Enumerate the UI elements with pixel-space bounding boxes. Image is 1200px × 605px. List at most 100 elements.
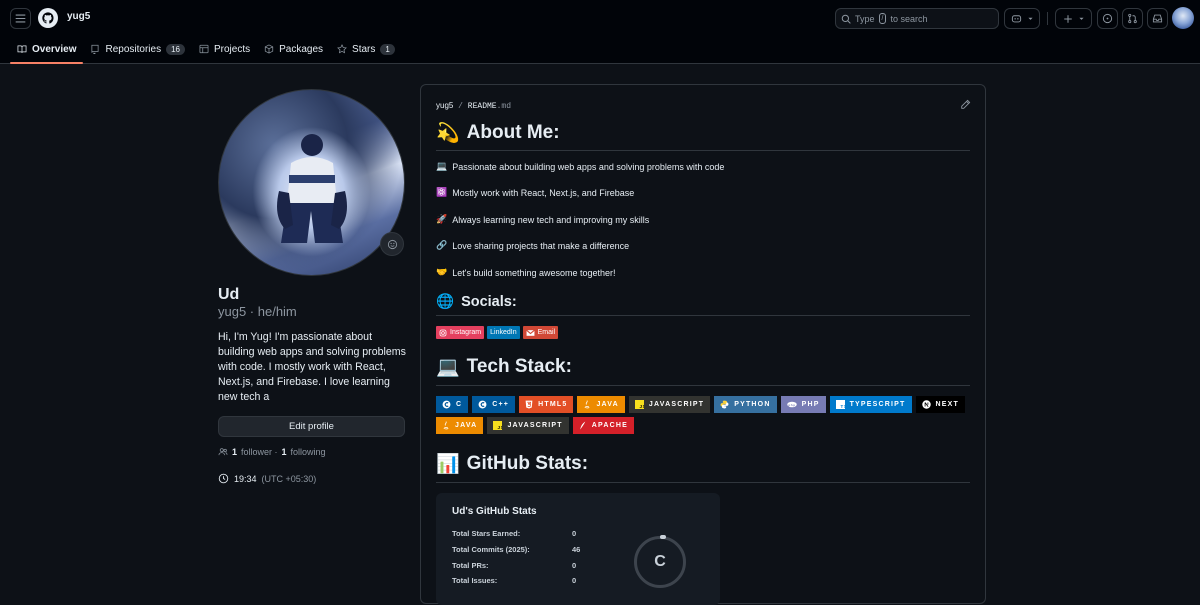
readme-card: yug5 / README.md 💫 About Me: 💻 Passionat… (420, 84, 986, 605)
typescript-logo-icon: TS (835, 400, 845, 409)
set-status-button[interactable] (380, 232, 404, 256)
gmail-icon (525, 329, 535, 336)
stat-label: Total Issues: (452, 576, 498, 585)
stat-value: 46 (572, 545, 581, 554)
linkedin-label: LinkedIn (490, 329, 517, 336)
tech-badge-next[interactable]: NEXT (915, 396, 966, 413)
inbox-icon (1152, 14, 1163, 23)
heading-rule (436, 385, 970, 386)
pull-requests-button[interactable] (1122, 8, 1143, 29)
followers-count[interactable]: 1 (232, 447, 237, 457)
issues-button[interactable] (1097, 8, 1118, 29)
stat-label: Total PRs: (452, 561, 489, 570)
local-time-value: 19:34 (234, 473, 257, 484)
search-placeholder-suffix: to search (890, 13, 928, 24)
edit-profile-button[interactable]: Edit profile (218, 416, 405, 437)
tech-badge-python[interactable]: PYTHON (714, 396, 777, 413)
follow-stats: 1 follower · 1 following (218, 447, 326, 457)
repositories-count: 16 (166, 43, 185, 55)
readme-file-name[interactable]: README (468, 102, 497, 111)
tab-overview[interactable]: Overview (10, 36, 84, 64)
table-icon (199, 44, 209, 54)
linkedin-badge[interactable]: LinkedIn (487, 326, 520, 339)
copilot-button[interactable] (1004, 8, 1040, 29)
tech-badge-javascript[interactable]: JS JAVASCRIPT (628, 396, 711, 413)
tech-badge-javascript[interactable]: JS JAVASCRIPT (487, 417, 569, 434)
html5-logo-icon (525, 400, 533, 409)
followers-label[interactable]: follower · (241, 447, 278, 457)
bar-chart-emoji-icon: 📊 (436, 454, 460, 475)
python-logo-icon (720, 400, 729, 409)
following-count[interactable]: 1 (282, 447, 287, 457)
tech-label: JAVASCRIPT (648, 401, 705, 408)
about-item-text: Passionate about building web apps and s… (452, 161, 725, 172)
tech-badge-cpp[interactable]: C++ (472, 396, 516, 413)
javascript-logo-icon: JS (493, 421, 503, 430)
readme-owner-link[interactable]: yug5 (436, 101, 453, 110)
cpp-logo-icon (478, 400, 487, 409)
breadcrumb-separator: / (458, 102, 463, 111)
email-badge[interactable]: Email (522, 326, 559, 339)
repo-icon (91, 44, 99, 54)
rocket-emoji-icon: 🚀 (436, 214, 448, 224)
github-logo-icon[interactable] (38, 8, 58, 28)
smiley-icon (387, 239, 397, 249)
create-new-button[interactable] (1055, 8, 1092, 29)
tech-badge-java[interactable]: JAVA (577, 396, 625, 413)
avatar-photo (276, 133, 347, 243)
user-avatar-menu[interactable] (1172, 7, 1194, 29)
socials-heading-text: Socials: (461, 293, 517, 310)
tech-badge-html5[interactable]: HTML5 (519, 396, 574, 413)
package-icon (264, 44, 274, 54)
atom-emoji-icon: ⚛️ (436, 187, 448, 197)
search-input[interactable]: Type / to search (835, 8, 999, 29)
profile-avatar[interactable] (218, 89, 405, 276)
profile-nav-tabs: Overview Repositories 16 Projects Packag… (10, 36, 402, 64)
book-icon (17, 45, 27, 53)
tab-overview-label: Overview (32, 43, 77, 55)
tab-stars[interactable]: Stars 1 (330, 36, 402, 62)
topbar-divider (1047, 12, 1048, 25)
php-logo-icon: php (786, 401, 797, 408)
notifications-button[interactable] (1147, 8, 1168, 29)
apache-feather-icon (579, 421, 585, 430)
stat-row: Total Stars Earned: 0 (452, 529, 592, 538)
tech-badge-typescript[interactable]: TS TYPESCRIPT (829, 396, 912, 413)
c-logo-icon (442, 400, 451, 409)
hamburger-menu-button[interactable] (10, 8, 31, 29)
about-item-text: Love sharing projects that make a differ… (452, 240, 630, 251)
context-username[interactable]: yug5 (67, 11, 90, 22)
about-item-text: Always learning new tech and improving m… (452, 214, 650, 225)
svg-text:TS: TS (840, 404, 845, 409)
profile-bio: Hi, I'm Yug! I'm passionate about buildi… (218, 331, 406, 403)
tech-label: C (456, 401, 463, 408)
following-label[interactable]: following (291, 447, 326, 457)
about-item: 🚀 Always learning new tech and improving… (436, 214, 649, 225)
socials-heading: 🌐 Socials: (436, 293, 517, 311)
stat-row: Total PRs: 0 (452, 561, 592, 570)
readme-file-ext: .md (496, 102, 512, 111)
star-icon (337, 44, 347, 54)
tech-badge-apache[interactable]: APACHE (572, 417, 634, 434)
tech-badge-c[interactable]: C (436, 396, 469, 413)
instagram-label: Instagram (450, 329, 482, 336)
heading-rule (436, 315, 970, 316)
email-label: Email (537, 329, 556, 336)
tech-badge-php[interactable]: php PHP (780, 396, 826, 413)
laptop-emoji-icon: 💻 (436, 357, 460, 378)
tech-badges: C C++ HTML5 JAVA JS JAVASCRIPT PYTHON php… (436, 396, 966, 434)
edit-readme-button[interactable] (960, 99, 971, 113)
tech-label: TYPESCRIPT (849, 401, 906, 408)
tab-packages[interactable]: Packages (257, 36, 330, 62)
instagram-badge[interactable]: Instagram (436, 326, 485, 339)
tech-label: JAVASCRIPT (507, 422, 563, 429)
tab-projects[interactable]: Projects (192, 36, 257, 62)
svg-text:JS: JS (639, 404, 644, 409)
tech-badge-java[interactable]: JAVA (436, 417, 484, 434)
stat-label: Total Commits (2025): (452, 545, 530, 554)
javascript-logo-icon: JS (634, 400, 644, 409)
about-item-text: Mostly work with React, Next.js, and Fir… (452, 187, 635, 198)
tech-stack-heading: 💻 Tech Stack: (436, 355, 572, 379)
heading-rule (436, 150, 970, 151)
tab-repositories[interactable]: Repositories 16 (83, 36, 192, 62)
